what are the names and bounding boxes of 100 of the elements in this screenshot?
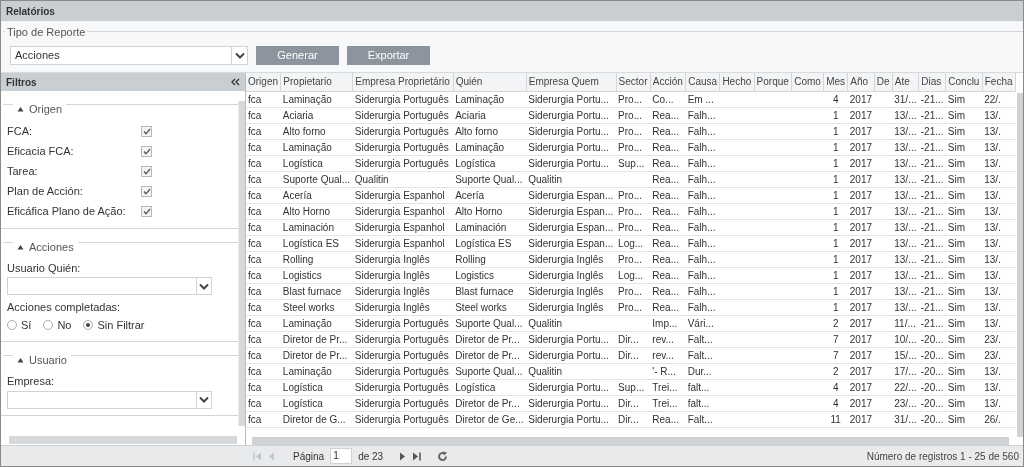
column-header[interactable]: De: [874, 73, 893, 91]
table-cell: Sim: [945, 107, 983, 123]
report-type-select[interactable]: Acciones: [10, 46, 248, 65]
section-legend[interactable]: Origen: [29, 101, 63, 118]
column-header[interactable]: Acción: [650, 73, 686, 91]
column-header[interactable]: Propietario: [280, 73, 353, 91]
table-cell: Siderurgia Espan...: [526, 187, 617, 203]
table-cell: Laminação: [280, 315, 353, 331]
table-cell: 2017: [847, 299, 875, 315]
table-cell: Siderurgia Inglês: [526, 299, 617, 315]
table-cell: Laminación: [453, 219, 527, 235]
table-cell: Falt...: [685, 331, 720, 347]
table-cell: Diretor de Pr...: [280, 331, 353, 347]
table-cell: -21...: [918, 155, 946, 171]
checkbox[interactable]: [141, 166, 152, 177]
table-cell: fca: [246, 283, 281, 299]
table-cell: fca: [246, 267, 281, 283]
column-header[interactable]: Empresa Proprietário: [352, 73, 454, 91]
table-cell: Rea...: [650, 139, 686, 155]
table-cell: Rea...: [650, 123, 686, 139]
checkbox[interactable]: [141, 206, 152, 217]
table-cell: Sim: [945, 347, 983, 363]
column-header[interactable]: Mes: [823, 73, 848, 91]
table-cell: Rea...: [650, 251, 686, 267]
table-cell: 13/.: [982, 203, 1016, 219]
table-cell: 13/.: [982, 187, 1016, 203]
table-cell: 13/.: [982, 283, 1016, 299]
table-cell: Laminação: [280, 363, 353, 379]
table-cell: Sup...: [616, 155, 651, 171]
column-header[interactable]: Quién: [453, 73, 527, 91]
radio-option[interactable]: Sin Filtrar: [83, 316, 145, 334]
checkbox[interactable]: [141, 146, 152, 157]
table-cell: Siderurgia Inglês: [352, 299, 454, 315]
table-cell: Pro...: [616, 299, 651, 315]
table-cell: Siderurgia Português: [352, 139, 454, 155]
table-cell: -21...: [918, 283, 946, 299]
table-cell: Sim: [945, 379, 983, 395]
collapse-icon: [231, 78, 240, 86]
checkbox[interactable]: [141, 126, 152, 137]
scrollbar[interactable]: [9, 436, 237, 444]
table-cell: -21...: [918, 107, 946, 123]
page-input[interactable]: 1: [330, 448, 353, 464]
table-cell: 2017: [847, 315, 875, 331]
column-header[interactable]: Ate: [892, 73, 919, 91]
table-cell: Alto Horno: [453, 203, 527, 219]
table-cell: Siderurgia Português: [352, 315, 454, 331]
section-legend[interactable]: Usuario: [29, 352, 67, 369]
table-cell: -21...: [918, 235, 946, 251]
section-legend[interactable]: Acciones: [29, 238, 74, 255]
field-label: FCA:: [7, 124, 34, 140]
table-cell: 1: [823, 235, 848, 251]
table-cell: Dir...: [616, 411, 651, 427]
column-header[interactable]: Hecho: [719, 73, 755, 91]
refresh-icon: [437, 450, 449, 462]
table-cell: 13/.: [982, 123, 1016, 139]
column-header[interactable]: Fecha: [982, 73, 1016, 91]
table-cell: 2017: [847, 139, 875, 155]
table-cell: Siderurgia Português: [352, 107, 454, 123]
table-cell: falt...: [685, 395, 720, 411]
table-cell: Trei...: [650, 395, 686, 411]
table-cell: 2017: [847, 187, 875, 203]
column-header[interactable]: Sector: [616, 73, 651, 91]
table-cell: Siderurgia Português: [352, 395, 454, 411]
table-cell: Sim: [945, 203, 983, 219]
table-cell: Siderurgia Português: [352, 363, 454, 379]
table-cell: 2017: [847, 123, 875, 139]
column-header[interactable]: Porque: [754, 73, 792, 91]
table-cell: Diretor de G...: [280, 411, 353, 427]
dropdown-field[interactable]: [7, 277, 212, 295]
table-cell: 2017: [847, 363, 875, 379]
scrollbar[interactable]: [252, 437, 1009, 445]
table-cell: Rea...: [650, 171, 686, 187]
table-cell: 2017: [847, 251, 875, 267]
table-cell: 1: [823, 251, 848, 267]
radio-option[interactable]: Sí: [7, 316, 32, 334]
table-cell: Sim: [945, 155, 983, 171]
table-cell: Falh...: [685, 139, 720, 155]
checkbox[interactable]: [141, 186, 152, 197]
table-cell: 15/...: [892, 347, 919, 363]
table-cell: Log...: [616, 267, 651, 283]
table-cell: Rea...: [650, 203, 686, 219]
column-header[interactable]: Conclu: [945, 73, 983, 91]
column-header[interactable]: Dias: [918, 73, 946, 91]
table-cell: Siderurgia Espanhol: [352, 203, 454, 219]
column-header[interactable]: Empresa Quem: [526, 73, 617, 91]
table-cell: Falh...: [685, 187, 720, 203]
column-header[interactable]: Origen: [246, 73, 281, 91]
field-label: Empresa:: [7, 374, 56, 390]
table-cell: 2017: [847, 331, 875, 347]
radio-option[interactable]: No: [43, 316, 72, 334]
table-cell: Siderurgia Português: [352, 155, 454, 171]
table-cell: rev...: [650, 347, 686, 363]
column-header[interactable]: Año: [847, 73, 875, 91]
scrollbar[interactable]: [238, 101, 245, 426]
dropdown-field[interactable]: [7, 390, 212, 409]
chevron-down-icon: [199, 396, 209, 403]
scrollbar[interactable]: [1017, 93, 1023, 437]
column-header[interactable]: Causa: [685, 73, 720, 91]
column-header[interactable]: Como: [791, 73, 824, 91]
table-cell: 1: [823, 219, 848, 235]
